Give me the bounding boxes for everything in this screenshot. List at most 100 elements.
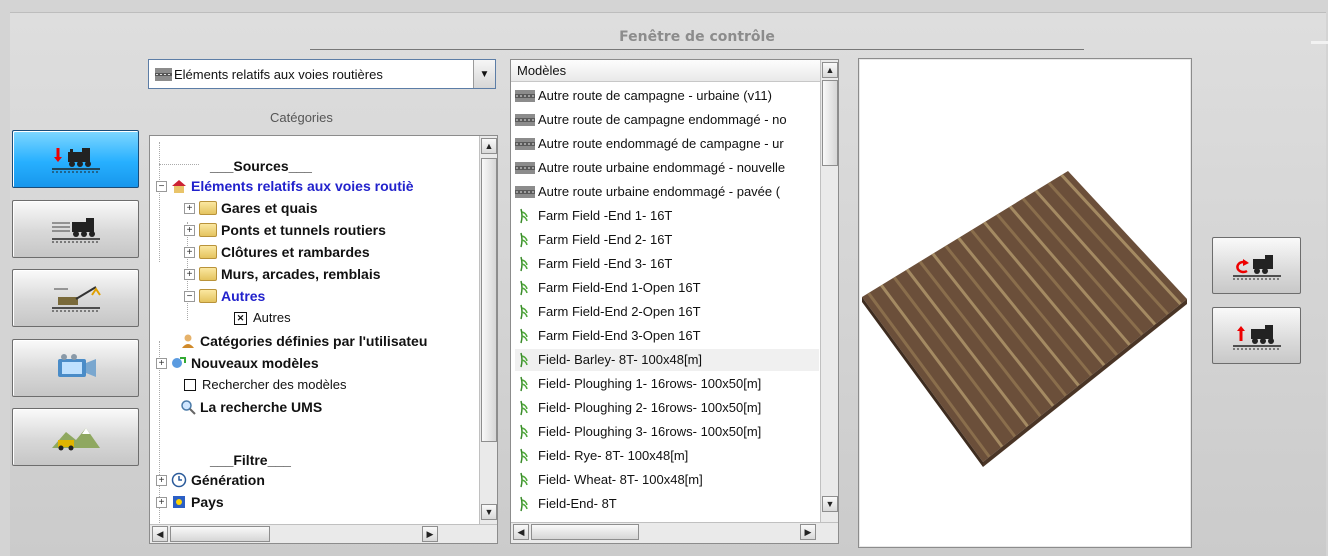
scroll-thumb[interactable] (822, 80, 838, 166)
model-list-item[interactable]: Farm Field -End 3- 16T (515, 253, 819, 275)
tree-leaf-autres[interactable]: ✕ Autres (234, 308, 291, 328)
tree-item-clotures[interactable]: + Clôtures et rambardes (184, 242, 370, 262)
title-rule (310, 49, 1084, 50)
rotate-model-button[interactable] (1212, 237, 1301, 294)
model-list-item[interactable]: Autre route de campagne - urbaine (v11) (515, 85, 819, 107)
train-import-icon (51, 148, 100, 173)
model-list-item-label: Field-End- 8T (538, 496, 617, 511)
import-mode-button[interactable] (12, 130, 139, 188)
expand-icon[interactable]: + (184, 202, 195, 214)
model-list-item[interactable]: Field- Wheat- 8T- 100x48[m] (515, 469, 819, 491)
tree-item-road-elements[interactable]: − Eléments relatifs aux voies routiè (156, 176, 414, 196)
export-model-button[interactable] (1212, 307, 1301, 364)
road-icon (515, 138, 535, 150)
model-preview[interactable] (858, 58, 1192, 548)
chevron-down-icon[interactable]: ▼ (473, 60, 495, 88)
model-list-item[interactable]: Autre route endommagé de campagne - ur (515, 133, 819, 155)
scroll-down-icon[interactable]: ▼ (822, 496, 838, 512)
expand-icon[interactable]: + (184, 268, 195, 280)
tree-item-autres[interactable]: − Autres (184, 286, 265, 306)
model-list-item[interactable]: Field- Rye- 8T- 100x48[m] (515, 445, 819, 467)
tree-vertical-scrollbar[interactable]: ▲ ▼ (479, 136, 497, 524)
tree-item-generation[interactable]: + Génération (156, 470, 265, 490)
train-export-icon (1232, 324, 1281, 349)
models-horizontal-scrollbar[interactable]: ◀ ▶ (511, 522, 838, 543)
category-source-dropdown[interactable]: Eléments relatifs aux voies routières ▼ (148, 59, 496, 89)
tree-horizontal-scrollbar[interactable]: ◀ ▶ (150, 524, 497, 543)
model-list-item[interactable]: Farm Field -End 2- 16T (515, 229, 819, 251)
expand-icon[interactable]: + (156, 474, 167, 486)
folder-icon (199, 201, 217, 215)
model-list-item[interactable]: Field- Ploughing 1- 16rows- 100x50[m] (515, 373, 819, 395)
model-list-item-label: Field- Ploughing 1- 16rows- 100x50[m] (538, 376, 762, 391)
window-title: Fenêtre de contrôle (619, 29, 775, 45)
model-list-item[interactable]: Autre route urbaine endommagé - pavée ( (515, 181, 819, 203)
model-list-item-label: Autre route endommagé de campagne - ur (538, 136, 784, 151)
scroll-down-icon[interactable]: ▼ (481, 504, 497, 520)
tree-item-ums-search[interactable]: La recherche UMS (180, 397, 322, 417)
wheat-icon (520, 400, 528, 416)
tree-item-ponts[interactable]: + Ponts et tunnels routiers (184, 220, 386, 240)
models-vertical-scrollbar[interactable]: ▲ ▼ (820, 60, 838, 522)
expand-icon[interactable]: + (184, 224, 195, 236)
filter-heading: ___Filtre___ (210, 452, 291, 468)
model-list-item[interactable]: Autre route urbaine endommagé - nouvelle (515, 157, 819, 179)
collapse-icon[interactable]: − (184, 290, 195, 302)
wheat-icon (520, 328, 528, 344)
tree-item-label: Catégories définies par l'utilisateu (200, 333, 428, 349)
model-list-item-label: Field- Barley- 8T- 100x48[m] (538, 352, 703, 367)
tree-item-user-categories[interactable]: Catégories définies par l'utilisateu (180, 331, 427, 351)
model-list-item-label: Farm Field-End 2-Open 16T (538, 304, 701, 319)
model-list-item[interactable]: Farm Field-End 3-Open 16T (515, 325, 819, 347)
model-list-item[interactable]: Field- Barley- 8T- 100x48[m] (515, 349, 819, 371)
tree-item-search-models[interactable]: Rechercher des modèles (184, 375, 347, 395)
model-list-item[interactable]: Farm Field-End 2-Open 16T (515, 301, 819, 323)
track-mode-button[interactable] (12, 200, 139, 258)
crane-mode-button[interactable] (12, 269, 139, 327)
model-list-item-label: Farm Field-End 3-Open 16T (538, 328, 701, 343)
model-list-item-label: Field- Ploughing 2- 16rows- 100x50[m] (538, 400, 762, 415)
expand-icon[interactable]: + (156, 496, 167, 508)
minimize-icon[interactable] (1311, 41, 1328, 44)
scroll-right-icon[interactable]: ▶ (800, 524, 816, 540)
wheat-icon (520, 424, 528, 440)
scroll-thumb[interactable] (170, 526, 270, 542)
model-list-item[interactable]: Field- Ploughing 2- 16rows- 100x50[m] (515, 397, 819, 419)
model-list-item-label: Autre route urbaine endommagé - nouvelle (538, 160, 786, 175)
model-list-item-label: Farm Field -End 2- 16T (538, 232, 673, 247)
checkbox-icon[interactable]: ✕ (234, 311, 247, 325)
scroll-left-icon[interactable]: ◀ (513, 524, 529, 540)
field-3d-preview (862, 171, 1187, 467)
collapse-icon[interactable]: − (156, 180, 167, 192)
road-icon (515, 90, 535, 102)
model-list-item[interactable]: Field-End- 8T (515, 493, 819, 515)
tree-item-gares[interactable]: + Gares et quais (184, 198, 318, 218)
tree-item-new-models[interactable]: + Nouveaux modèles (156, 353, 319, 373)
scroll-up-icon[interactable]: ▲ (481, 138, 497, 154)
scroll-left-icon[interactable]: ◀ (152, 526, 168, 542)
scroll-up-icon[interactable]: ▲ (822, 62, 838, 78)
model-list-item[interactable]: Farm Field-End 1-Open 16T (515, 277, 819, 299)
expand-icon[interactable]: + (156, 357, 167, 369)
scroll-right-icon[interactable]: ▶ (422, 526, 438, 542)
tree-item-country[interactable]: + Pays (156, 492, 224, 512)
model-list-item[interactable]: Field- Ploughing 3- 16rows- 100x50[m] (515, 421, 819, 443)
scroll-thumb[interactable] (481, 158, 497, 442)
wheat-icon (520, 208, 528, 224)
category-tree[interactable]: ___Sources___ − Eléments relatifs aux vo… (149, 135, 498, 544)
camera-mode-button[interactable] (12, 339, 139, 397)
train-rotate-icon (1232, 254, 1281, 279)
wheat-icon (520, 472, 528, 488)
tree-item-label: Génération (191, 472, 265, 488)
models-list[interactable]: Modèles Autre route de campagne - urbain… (510, 59, 839, 544)
tree-item-murs[interactable]: + Murs, arcades, remblais (184, 264, 381, 284)
model-list-item[interactable]: Farm Field -End 1- 16T (515, 205, 819, 227)
train-on-tracks-icon (51, 218, 100, 243)
categories-label: Catégories (270, 110, 333, 125)
user-icon (182, 334, 194, 348)
model-list-item[interactable]: Autre route de campagne endommagé - no (515, 109, 819, 131)
expand-icon[interactable]: + (184, 246, 195, 258)
scroll-thumb[interactable] (531, 524, 639, 540)
model-list-item-label: Autre route urbaine endommagé - pavée ( (538, 184, 781, 199)
terrain-mode-button[interactable] (12, 408, 139, 466)
